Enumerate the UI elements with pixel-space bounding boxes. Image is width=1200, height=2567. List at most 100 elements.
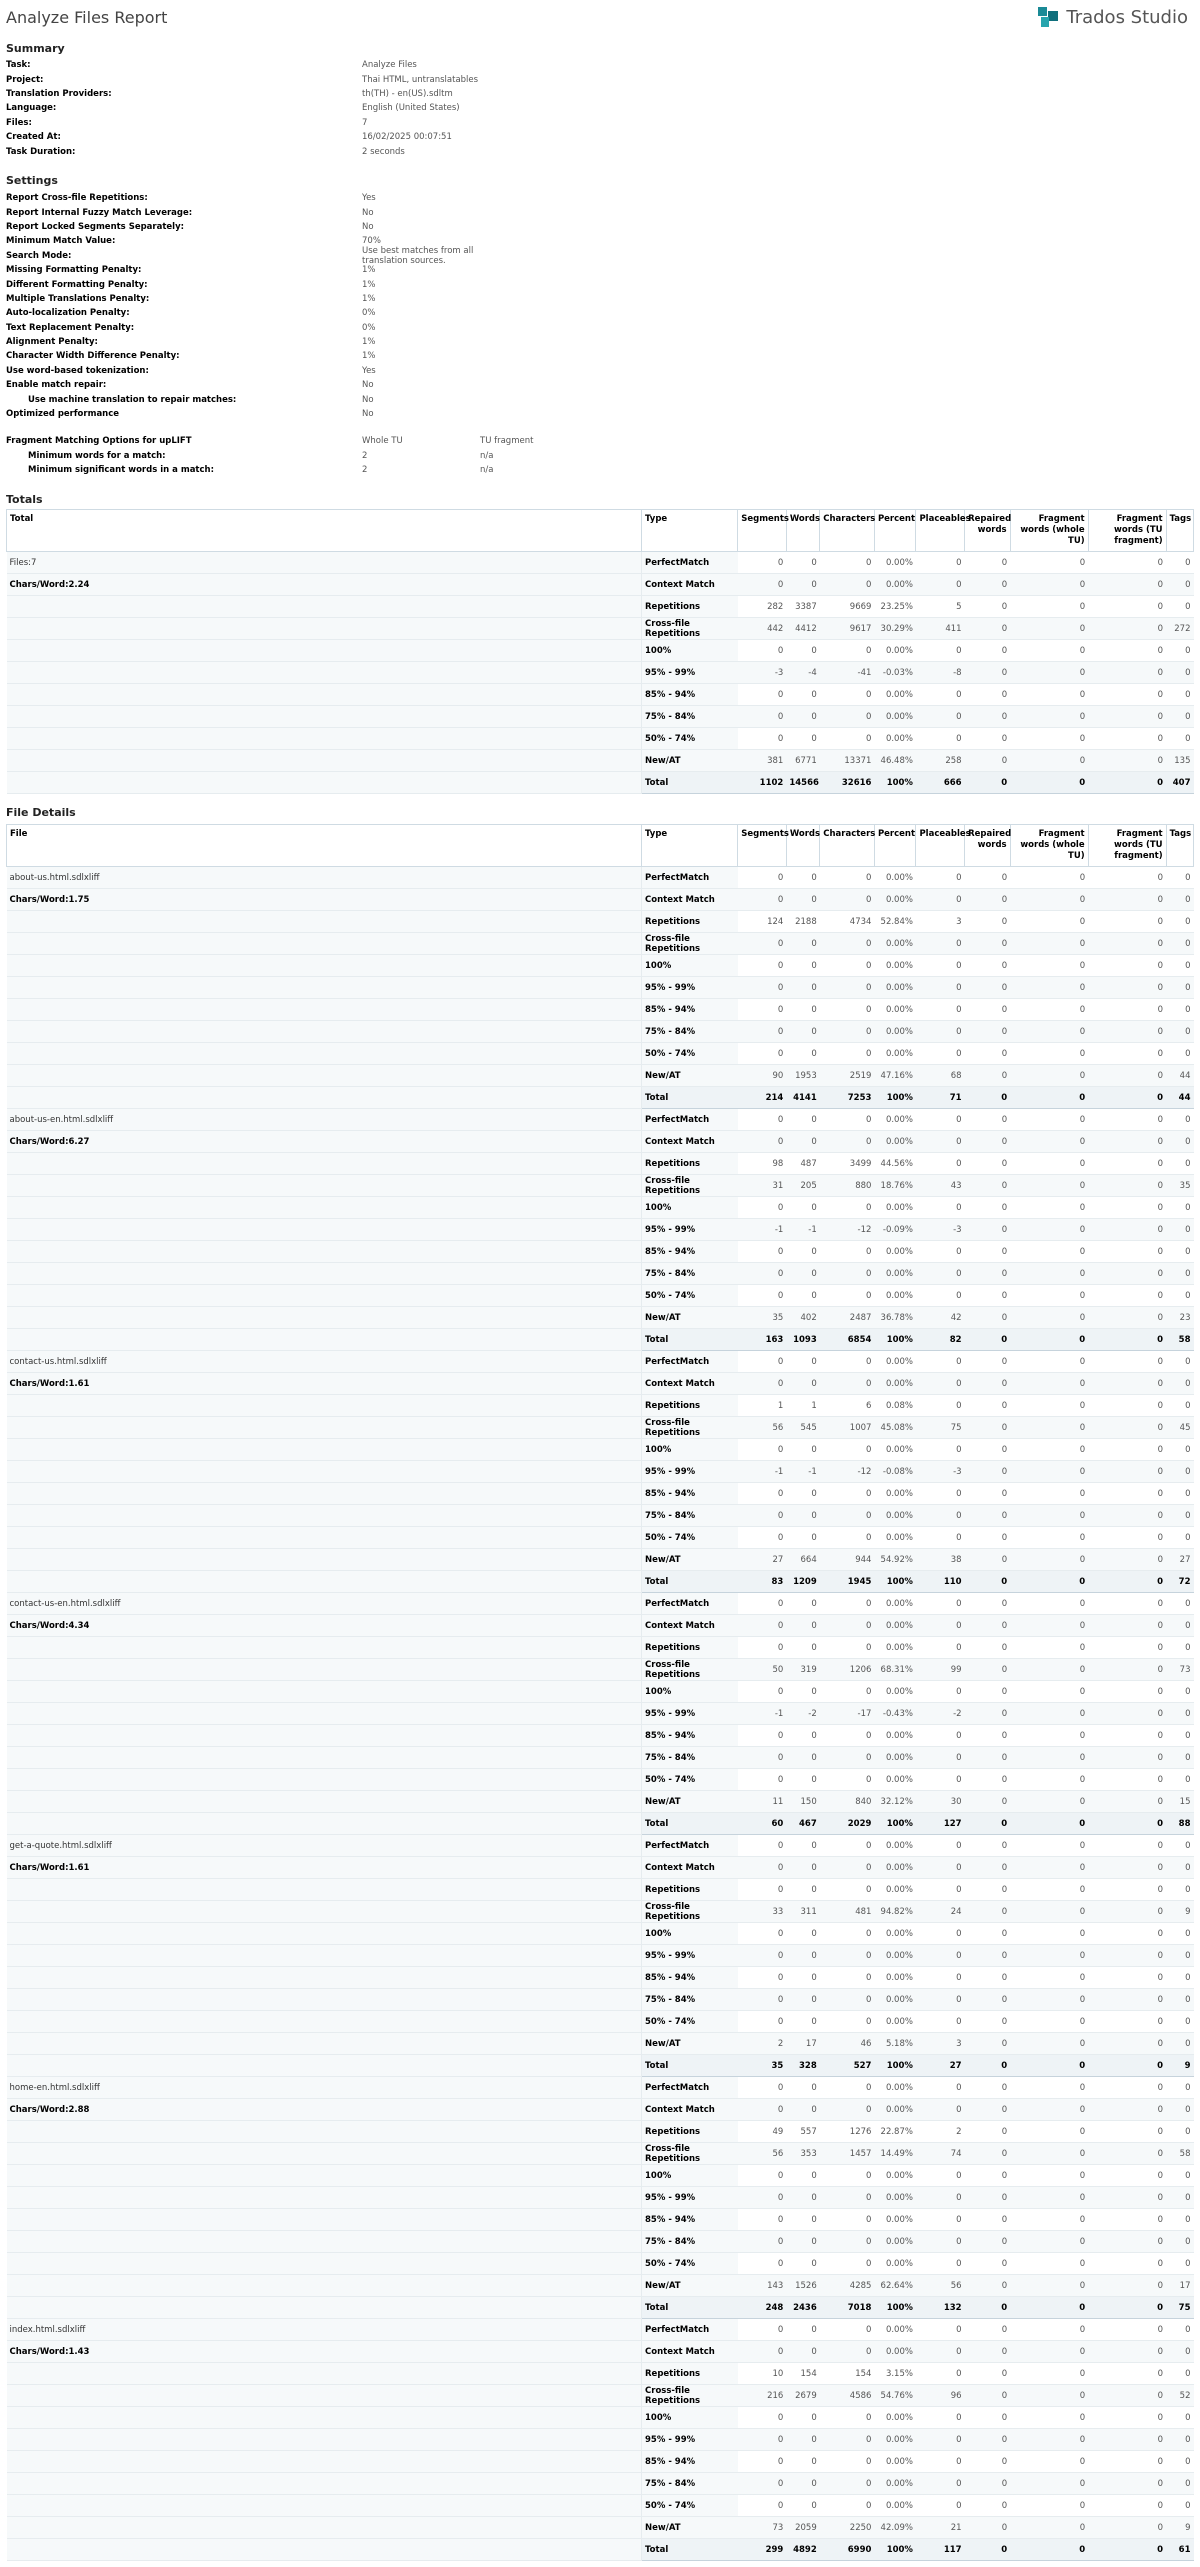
value-cell: 4734 xyxy=(819,910,875,933)
column-header: Fragment words (TU fragment) xyxy=(1087,509,1167,552)
value-cell: 42.09% xyxy=(874,2516,916,2539)
value-cell: 0 xyxy=(786,2164,820,2187)
value-cell: 664 xyxy=(786,1548,820,1571)
summary-value: 2 seconds xyxy=(362,146,405,157)
settings-value: Use best matches from all translation so… xyxy=(362,245,474,266)
value-cell: 0 xyxy=(915,1614,965,1637)
value-cell: 0 xyxy=(1166,639,1194,662)
match-type: PerfectMatch xyxy=(641,1834,738,1857)
table-row: 85% - 94% 0 0 0 0.00% 0 0 0 0 0 xyxy=(6,998,1194,1021)
value-cell: 0 xyxy=(1010,1152,1089,1175)
value-cell: 0 xyxy=(786,639,820,662)
settings-label: Text Replacement Penalty: xyxy=(6,322,135,333)
value-cell: 0 xyxy=(964,2208,1011,2231)
value-cell: 0 xyxy=(1088,2032,1167,2055)
value-cell: 0.00% xyxy=(874,976,916,999)
value-cell: 272 xyxy=(1166,617,1194,640)
value-cell: 0.00% xyxy=(874,1966,916,1989)
value-cell: 82 xyxy=(915,1328,965,1351)
value-cell: 0 xyxy=(1010,1020,1089,1043)
empty-cell xyxy=(6,1922,643,1945)
value-cell: -1 xyxy=(786,1218,820,1241)
value-cell: 0 xyxy=(915,1878,965,1901)
value-cell: 0 xyxy=(1088,1680,1167,1703)
total-row: Total 299 4892 6990 100% 117 0 0 0 61 xyxy=(6,2538,1194,2561)
value-cell: 0 xyxy=(915,1922,965,1945)
table-header-row: File Type Segments Words Characters Percent Pl… xyxy=(5,824,1195,867)
value-cell: 0 xyxy=(737,2428,787,2451)
value-cell: 0 xyxy=(964,1812,1011,1835)
value-cell: 0 xyxy=(819,998,875,1021)
value-cell: 0 xyxy=(786,1262,820,1285)
empty-cell xyxy=(6,661,643,684)
value-cell: 0 xyxy=(1088,1284,1167,1307)
value-cell: 0 xyxy=(819,1966,875,1989)
fragment-row: Minimum words for a match: 2 n/a xyxy=(6,448,1196,462)
value-cell: 2250 xyxy=(819,2516,875,2539)
value-cell: 72 xyxy=(1166,1570,1194,1593)
value-cell: 299 xyxy=(737,2538,787,2561)
value-cell: 0 xyxy=(786,1284,820,1307)
value-cell: 328 xyxy=(786,2054,820,2077)
value-cell: 0 xyxy=(964,1856,1011,1879)
value-cell: 0 xyxy=(964,2032,1011,2055)
value-cell: 0 xyxy=(964,551,1011,574)
value-cell: 0 xyxy=(1010,2164,1089,2187)
value-cell: 0 xyxy=(1010,954,1089,977)
value-cell: 44.56% xyxy=(874,1152,916,1175)
value-cell: 0 xyxy=(964,1834,1011,1857)
value-cell: 0 xyxy=(1088,1944,1167,1967)
value-cell: 0 xyxy=(786,1042,820,1065)
value-cell: 0 xyxy=(915,1988,965,2011)
value-cell: 0 xyxy=(1166,2120,1194,2143)
empty-cell xyxy=(6,2142,643,2165)
value-cell: 6854 xyxy=(819,1328,875,1351)
value-cell: 0 xyxy=(737,705,787,728)
value-cell: 0 xyxy=(786,551,820,574)
value-cell: 0 xyxy=(915,705,965,728)
value-cell: 0 xyxy=(737,1196,787,1219)
value-cell: 2188 xyxy=(786,910,820,933)
value-cell: 135 xyxy=(1166,749,1194,772)
value-cell: 0 xyxy=(1010,932,1089,955)
settings-row: Report Internal Fuzzy Match Leverage: No xyxy=(6,205,1196,219)
table-row: 75% - 84% 0 0 0 0.00% 0 0 0 0 0 xyxy=(6,1262,1194,1285)
column-header: Words xyxy=(785,509,821,552)
value-cell: 0 xyxy=(737,1966,787,1989)
match-type: Total xyxy=(641,1328,738,1351)
value-cell: 0 xyxy=(1088,1614,1167,1637)
value-cell: 154 xyxy=(819,2362,875,2385)
value-cell: 0 xyxy=(1166,1196,1194,1219)
match-type: Context Match xyxy=(641,1372,738,1395)
empty-cell xyxy=(6,683,643,706)
value-cell: 0.00% xyxy=(874,2208,916,2231)
value-cell: 0 xyxy=(1010,2054,1089,2077)
match-type: 100% xyxy=(641,2406,738,2429)
value-cell: 0 xyxy=(1166,1218,1194,1241)
empty-cell xyxy=(6,617,643,640)
match-type: 75% - 84% xyxy=(641,1746,738,1769)
value-cell: 0 xyxy=(964,1240,1011,1263)
report-header: Analyze Files Report Trados Studio xyxy=(0,0,1200,34)
value-cell: 0 xyxy=(1010,1438,1089,1461)
table-row: 50% - 74% 0 0 0 0.00% 0 0 0 0 0 xyxy=(6,2010,1194,2033)
value-cell: 481 xyxy=(819,1900,875,1923)
chars-per-word: Chars/Word:1.75 xyxy=(6,888,643,911)
value-cell: 0 xyxy=(1010,1680,1089,1703)
value-cell: 0 xyxy=(964,749,1011,772)
value-cell: 0 xyxy=(964,1372,1011,1395)
value-cell: 0 xyxy=(737,1130,787,1153)
value-cell: 100% xyxy=(874,1812,916,1835)
value-cell: 944 xyxy=(819,1548,875,1571)
value-cell: 0 xyxy=(1088,2186,1167,2209)
match-type: PerfectMatch xyxy=(641,866,738,889)
value-cell: 0 xyxy=(1010,910,1089,933)
table-row: 100% 0 0 0 0.00% 0 0 0 0 0 xyxy=(6,954,1194,977)
value-cell: 0 xyxy=(786,1768,820,1791)
value-cell: 0 xyxy=(1010,1174,1089,1197)
value-cell: 0 xyxy=(1010,1658,1089,1681)
value-cell: 0 xyxy=(737,1020,787,1043)
empty-cell xyxy=(6,1438,643,1461)
table-row: 50% - 74% 0 0 0 0.00% 0 0 0 0 0 xyxy=(6,1284,1194,1307)
value-cell: 0 xyxy=(1088,1130,1167,1153)
